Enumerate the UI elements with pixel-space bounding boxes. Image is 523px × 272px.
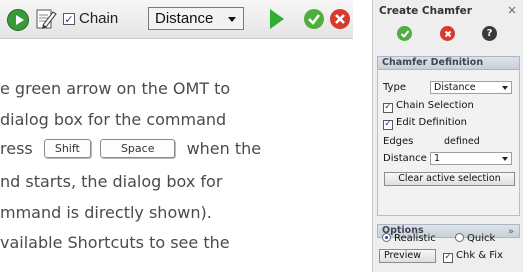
chevron-down-icon	[228, 17, 236, 22]
chk-fix-checkbox[interactable]: ✓	[443, 252, 453, 263]
ok-button[interactable]	[304, 9, 324, 29]
realistic-radio[interactable]	[382, 233, 391, 242]
edit-definition-checkbox[interactable]: ✓	[383, 119, 393, 130]
realistic-label: Realistic	[394, 233, 436, 244]
edit-definition-option[interactable]: ✓ Edit Definition	[383, 117, 467, 130]
close-icon[interactable]: ×	[507, 3, 517, 17]
clear-active-selection-button[interactable]: Clear active selection	[384, 172, 515, 186]
body-line-4: nd starts, the dialog box for	[0, 172, 223, 191]
checkmark-icon	[400, 29, 409, 38]
quick-radio[interactable]	[455, 233, 464, 242]
realistic-option[interactable]: Realistic	[382, 233, 436, 244]
distance-select-value: 1	[434, 153, 441, 164]
body-line-3: ress Shift Space when the	[0, 139, 360, 158]
cancel-button[interactable]	[330, 9, 350, 29]
space-key: Space	[99, 139, 176, 158]
type-label: Type	[383, 82, 406, 93]
body-line-1: e green arrow on the OMT to	[0, 79, 231, 98]
edit-definition-icon[interactable]	[35, 7, 57, 31]
help-icon[interactable]: ?	[482, 26, 497, 41]
edges-label: Edges	[383, 136, 414, 147]
type-select[interactable]: Distance	[430, 81, 512, 94]
chamfer-definition-panel: Type Distance ✓ Chain Selection ✓ Edit Def…	[377, 70, 520, 216]
body-line-2: dialog box for the command	[0, 110, 227, 129]
chk-fix-label: Chk & Fix	[456, 250, 503, 261]
chain-selection-checkbox[interactable]: ✓	[383, 102, 393, 113]
distance-select[interactable]: 1	[430, 152, 512, 165]
type-select-value: Distance	[434, 82, 476, 93]
cancel-icon	[335, 14, 345, 24]
cancel-icon	[444, 30, 451, 37]
create-chamfer-dialog: Create Chamfer × ? Chamfer Definition Ty…	[372, 0, 523, 272]
chevron-down-icon	[502, 157, 508, 161]
chain-checkbox[interactable]: ✓	[63, 13, 75, 25]
dialog-ok-button[interactable]	[397, 26, 412, 41]
edit-definition-label: Edit Definition	[396, 117, 467, 128]
body-line-3-end: when the	[186, 139, 262, 158]
chain-label: Chain	[79, 10, 119, 27]
edges-value: defined	[444, 136, 480, 147]
collapse-chevron-icon[interactable]: »	[508, 226, 514, 238]
chevron-down-icon	[502, 86, 508, 90]
chk-fix-option[interactable]: ✓ Chk & Fix	[443, 250, 503, 263]
body-line-3-start: ress	[0, 139, 33, 158]
omt-toolbar: ✓ Chain Distance	[0, 0, 353, 39]
type-dropdown[interactable]: Distance	[148, 7, 244, 30]
quick-option[interactable]: Quick	[455, 233, 495, 244]
chain-selection-label: Chain Selection	[396, 100, 474, 111]
chamfer-definition-header[interactable]: Chamfer Definition	[377, 56, 520, 70]
distance-label: Distance	[383, 153, 427, 164]
shift-key: Shift	[43, 139, 91, 158]
quick-label: Quick	[467, 233, 496, 244]
play-circle-icon[interactable]	[7, 9, 29, 31]
dialog-title: Create Chamfer	[379, 5, 472, 17]
body-line-6: vailable Shortcuts to see the	[0, 233, 230, 252]
play-icon[interactable]	[270, 9, 284, 29]
body-line-5: mmand is directly shown).	[0, 203, 212, 222]
dialog-button-row: ?	[373, 21, 523, 47]
chain-selection-option[interactable]: ✓ Chain Selection	[383, 100, 474, 113]
checkmark-icon	[308, 14, 321, 25]
type-dropdown-value: Distance	[155, 10, 214, 27]
preview-button[interactable]: Preview	[379, 249, 436, 263]
dialog-cancel-button[interactable]	[440, 26, 455, 41]
